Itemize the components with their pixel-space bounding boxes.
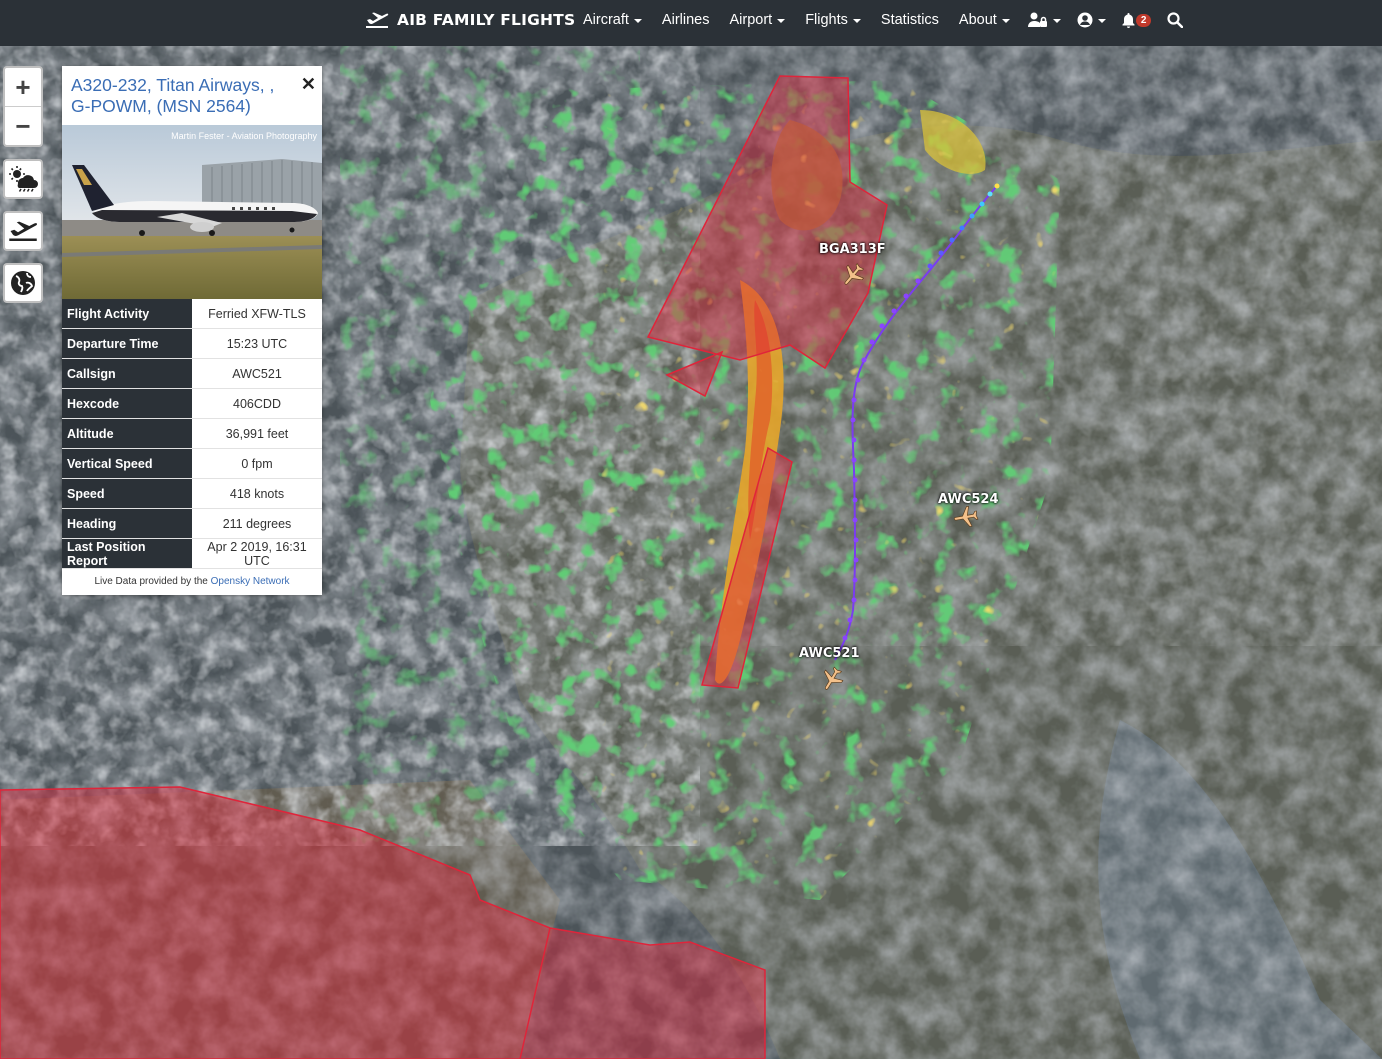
row-label: Speed [62, 478, 192, 509]
caret-down-icon [852, 19, 861, 23]
globe-icon [11, 271, 35, 295]
nav-airlines[interactable]: Airlines [652, 12, 720, 28]
nav-flights-label: Flights [805, 12, 848, 28]
nav-about[interactable]: About [949, 12, 1020, 28]
user-menu[interactable] [1069, 12, 1114, 28]
zoom-control: + − [3, 66, 43, 147]
row-label: Departure Time [62, 328, 192, 359]
nav-about-label: About [958, 12, 997, 28]
row-value: Apr 2 2019, 16:31 UTC [192, 538, 322, 569]
table-row: Heading 211 degrees [62, 508, 322, 539]
flights-layer-button[interactable] [3, 211, 43, 251]
row-label: Altitude [62, 418, 192, 449]
opensky-link[interactable]: Opensky Network [211, 576, 290, 587]
aircraft-label-awc521[interactable]: AWC521 [799, 646, 860, 661]
table-row: Last Position Report Apr 2 2019, 16:31 UT… [62, 538, 322, 569]
bell-icon [1122, 12, 1135, 28]
aircraft-label-bga313f[interactable]: BGA313F [819, 242, 886, 257]
caret-down-icon [777, 19, 786, 23]
row-label: Hexcode [62, 388, 192, 419]
data-source-footer: Live Data provided by the Opensky Networ… [62, 569, 322, 595]
airplane-icon[interactable] [953, 504, 979, 530]
aircraft-photo-image [62, 125, 322, 299]
aircraft-title[interactable]: A320-232, Titan Airways, , G-POWM, (MSN … [62, 66, 322, 125]
photo-credit: Martin Fester - Aviation Photography [171, 131, 317, 141]
nav-statistics-label: Statistics [880, 12, 939, 28]
airplane-icon[interactable] [819, 666, 845, 692]
notification-badge: 2 [1135, 13, 1152, 27]
nav-airlines-label: Airlines [661, 12, 710, 28]
admin-menu[interactable] [1020, 12, 1069, 28]
search-icon [1167, 12, 1184, 28]
caret-down-icon [1097, 19, 1106, 23]
row-value: 406CDD [192, 388, 322, 419]
table-row: Callsign AWC521 [62, 358, 322, 389]
brand[interactable]: AIB FAMILY FLIGHTS [365, 0, 575, 40]
row-label: Flight Activity [62, 299, 192, 329]
row-label: Vertical Speed [62, 448, 192, 479]
user-lock-icon [1027, 12, 1047, 27]
globe-layer-button[interactable] [3, 263, 43, 303]
plane-departure-icon [366, 12, 389, 28]
row-label: Last Position Report [62, 538, 192, 569]
row-label: Heading [62, 508, 192, 539]
close-icon[interactable]: ✕ [301, 74, 316, 95]
flight-details-table: Flight Activity Ferried XFW-TLS Departure… [62, 299, 322, 569]
row-value: 0 fpm [192, 448, 322, 479]
caret-down-icon [1052, 19, 1061, 23]
search-button[interactable] [1159, 12, 1191, 28]
brand-title: AIB FAMILY FLIGHTS [397, 11, 576, 29]
airplane-icon[interactable] [840, 262, 866, 288]
top-navbar: AIB FAMILY FLIGHTS Aircraft Airlines Air… [0, 0, 1382, 46]
row-value: 418 knots [192, 478, 322, 509]
footer-text: Live Data provided by the [94, 576, 208, 587]
table-row: Hexcode 406CDD [62, 388, 322, 419]
table-row: Flight Activity Ferried XFW-TLS [62, 299, 322, 329]
map-controls: + − [3, 66, 43, 303]
nav-flights[interactable]: Flights [795, 12, 871, 28]
table-row: Speed 418 knots [62, 478, 322, 509]
row-value: 211 degrees [192, 508, 322, 539]
table-row: Vertical Speed 0 fpm [62, 448, 322, 479]
plane-departure-icon [9, 221, 38, 241]
notifications-button[interactable]: 2 [1114, 12, 1160, 28]
user-circle-icon [1077, 12, 1093, 28]
row-value: 15:23 UTC [192, 328, 322, 359]
caret-down-icon [633, 19, 642, 23]
zoom-in-button[interactable]: + [5, 68, 41, 106]
zoom-out-button[interactable]: − [5, 106, 41, 145]
caret-down-icon [1001, 19, 1010, 23]
nav-airport[interactable]: Airport [719, 12, 795, 28]
nav-airport-label: Airport [729, 12, 773, 28]
row-value: AWC521 [192, 358, 322, 389]
aircraft-photo: Martin Fester - Aviation Photography [62, 125, 322, 299]
row-value: Ferried XFW-TLS [192, 299, 322, 329]
nav-statistics[interactable]: Statistics [871, 12, 949, 28]
aircraft-info-panel: A320-232, Titan Airways, , G-POWM, (MSN … [62, 66, 322, 595]
cloud-sun-rain-icon [9, 166, 38, 192]
row-value: 36,991 feet [192, 418, 322, 449]
table-row: Departure Time 15:23 UTC [62, 328, 322, 359]
row-label: Callsign [62, 358, 192, 389]
nav-aircraft-label: Aircraft [583, 12, 629, 28]
nav-aircraft[interactable]: Aircraft [573, 12, 652, 28]
weather-layer-button[interactable] [3, 159, 43, 199]
table-row: Altitude 36,991 feet [62, 418, 322, 449]
